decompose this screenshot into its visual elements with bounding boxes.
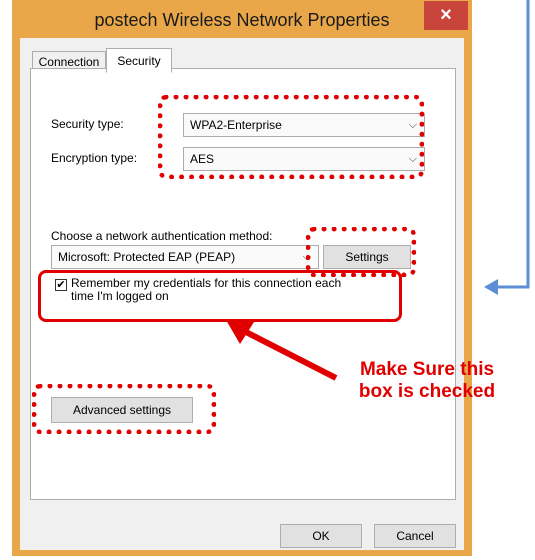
annotation-note: Make Sure this box is checked <box>322 359 532 403</box>
tab-security[interactable]: Security <box>106 48 172 73</box>
annotation-line-1: Make Sure this <box>359 359 495 380</box>
annotation-arrows <box>226 0 530 381</box>
blue-pointer-line <box>494 0 530 289</box>
annotation-line-2: box is checked <box>358 381 496 402</box>
blue-pointer-head <box>484 279 498 295</box>
